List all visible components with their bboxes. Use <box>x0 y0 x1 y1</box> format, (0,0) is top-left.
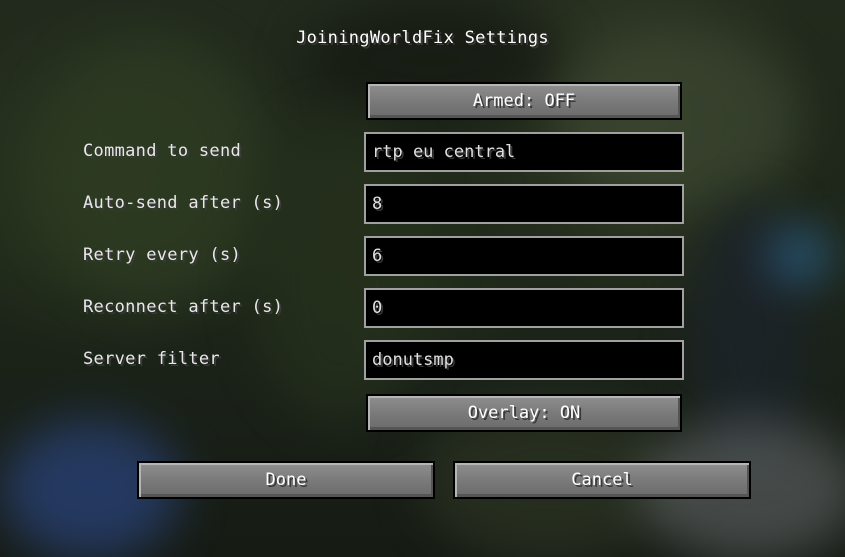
retry-input[interactable] <box>364 236 684 276</box>
command-label: Command to send <box>83 141 242 161</box>
command-input[interactable] <box>364 132 684 172</box>
screen-title: JoiningWorldFix Settings <box>296 28 549 48</box>
retry-label: Retry every (s) <box>83 245 242 265</box>
done-button[interactable]: Done <box>137 461 435 499</box>
reconnect-label: Reconnect after (s) <box>83 297 284 317</box>
overlay-toggle-button[interactable]: Overlay: ON <box>366 394 682 432</box>
server-filter-label: Server filter <box>83 349 220 369</box>
cancel-button[interactable]: Cancel <box>453 461 751 499</box>
armed-toggle-button[interactable]: Armed: OFF <box>366 82 682 120</box>
auto-send-label: Auto-send after (s) <box>83 193 284 213</box>
auto-send-input[interactable] <box>364 184 684 224</box>
server-filter-input[interactable] <box>364 340 684 380</box>
reconnect-input[interactable] <box>364 288 684 328</box>
